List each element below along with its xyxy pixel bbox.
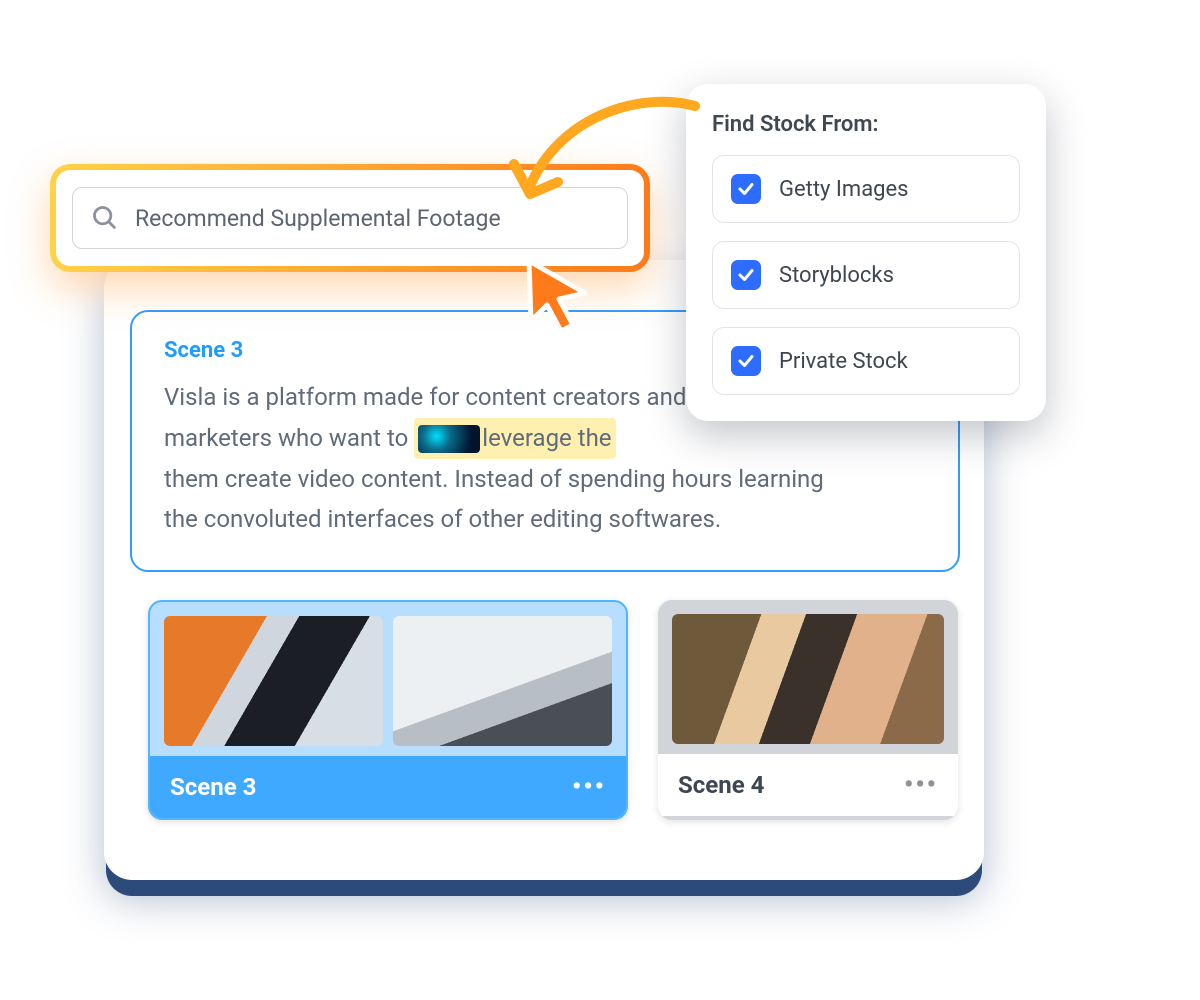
cursor-icon	[517, 253, 597, 333]
scene3-more-icon[interactable]: •••	[572, 772, 606, 802]
stage: Scene 3 Visla is a platform made for con…	[0, 0, 1200, 1000]
scene-card-3[interactable]: Scene 3 •••	[148, 600, 628, 820]
stock-option-getty[interactable]: Getty Images	[712, 155, 1020, 223]
scene-line-4: the convoluted interfaces of other editi…	[164, 505, 721, 533]
checkbox-checked-icon[interactable]	[731, 174, 761, 204]
option-label: Private Stock	[779, 349, 908, 374]
option-label: Storyblocks	[779, 263, 894, 288]
search-icon	[91, 204, 119, 232]
stock-option-storyblocks[interactable]: Storyblocks	[712, 241, 1020, 309]
stock-option-private[interactable]: Private Stock	[712, 327, 1020, 395]
callout-arrow-icon	[500, 86, 720, 236]
scene-line-1: Visla is a platform made for content cre…	[164, 383, 686, 411]
scene3-footer: Scene 3 •••	[150, 756, 626, 818]
scene3-label: Scene 3	[170, 773, 256, 801]
scene4-thumb[interactable]	[672, 614, 944, 744]
scene-line-2a: marketers who want to	[164, 424, 408, 452]
scene3-thumb-2[interactable]	[393, 616, 612, 746]
scene4-label: Scene 4	[678, 771, 764, 799]
scene3-thumb-row	[150, 602, 626, 756]
scene-cards-row: Scene 3 ••• Scene 4 •••	[148, 600, 958, 820]
find-stock-popover: Find Stock From: Getty Images Storyblock…	[686, 84, 1046, 421]
highlight-text: leverage the	[482, 424, 611, 452]
highlighted-footage-token[interactable]: leverage the	[414, 418, 615, 459]
scene4-more-icon[interactable]: •••	[904, 770, 938, 800]
scene-line-3: them create video content. Instead of sp…	[164, 465, 824, 493]
checkbox-checked-icon[interactable]	[731, 346, 761, 376]
inline-clip-thumb[interactable]	[418, 425, 480, 453]
scene3-thumb-1[interactable]	[164, 616, 383, 746]
search-text: Recommend Supplemental Footage	[135, 205, 501, 232]
checkbox-checked-icon[interactable]	[731, 260, 761, 290]
scene4-footer: Scene 4 •••	[658, 754, 958, 816]
option-label: Getty Images	[779, 177, 909, 202]
scene-card-4[interactable]: Scene 4 •••	[658, 600, 958, 820]
popover-title: Find Stock From:	[712, 112, 1020, 137]
